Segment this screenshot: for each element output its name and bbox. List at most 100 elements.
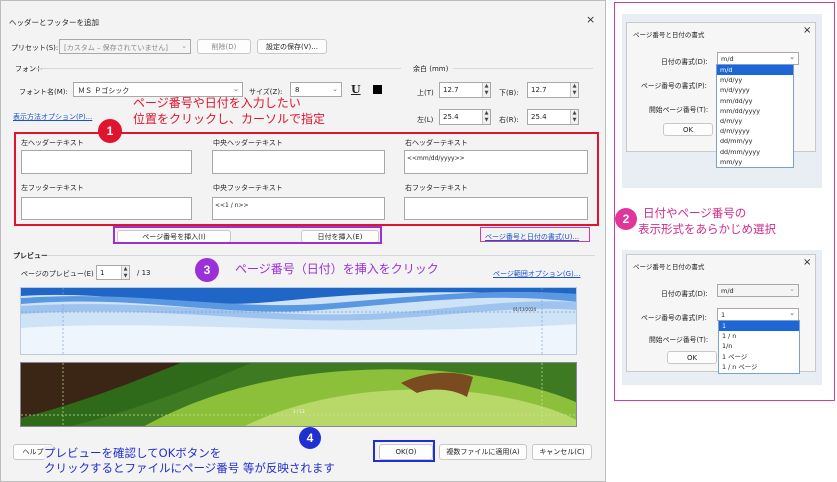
page-preview-label: ページのプレビュー(E) [21,270,94,278]
page-total: / 13 [137,269,151,277]
top-margin-value: 12.7 [443,86,459,94]
close-icon[interactable]: × [803,257,811,268]
spinner-arrows[interactable]: ▲ ▼ [482,83,490,97]
chevron-down-icon: ⌄ [332,85,338,93]
preset-value: [カスタム – 保存されていません] [64,44,168,52]
chevron-down-icon: ⌄ [233,85,239,93]
dropdown-option[interactable]: 1 ページ [719,352,799,362]
spinner-arrows[interactable]: ▲ ▼ [570,83,578,97]
date-format-value: m/d [721,55,734,63]
step2-caption-line2: 表示形式をあらかじめ選択 [638,222,776,236]
page-format-label: ページ番号の書式(P): [641,314,707,322]
preview-footer-area: 1 / 13 [20,362,577,427]
dropdown-option[interactable]: 1/n [719,341,799,351]
bottom-margin-input[interactable]: 12.7 ▲ ▼ [527,82,579,98]
left-margin-label: 左(L) [417,116,434,124]
step2-caption-line1: 日付やページ番号の [643,206,747,220]
spinner-arrows[interactable]: ▲ ▼ [570,110,578,124]
size-select[interactable]: 8 ⌄ [290,82,342,97]
dropdown-option[interactable]: m/d/yy [717,75,793,85]
annotation-frame-format-link [480,227,590,242]
preset-select[interactable]: [カスタム – 保存されていません] ⌄ [59,39,191,54]
dropdown-option[interactable]: d/m/yy [717,116,793,126]
right-margin-label: 右(R): [499,116,519,124]
underline-button[interactable]: U [351,83,361,96]
preview-header-area: 01/13/2024 [20,287,577,355]
font-section-title: フォント [15,65,43,73]
chevron-down-icon: ⌄ [789,309,795,317]
format-dialog-title: ページ番号と日付の書式 [633,263,705,271]
step1-caption-line1: ページ番号や日付を入力したい [133,96,301,110]
dropdown-option[interactable]: 1 / n [719,331,799,341]
dropdown-option[interactable]: mm/yy [717,157,793,167]
dropdown-option[interactable]: m/d/yyyy [717,85,793,95]
page-format-label: ページ番号の書式(P): [641,82,707,90]
preview-section-title: プレビュー [13,252,48,260]
dialog-title: ヘッダーとフッターを追加 [9,18,99,27]
cancel-button[interactable]: キャンセル(C) [532,444,592,460]
page-format-value: 1 [721,311,726,319]
dropdown-option[interactable]: 1 / n ページ [719,362,799,372]
dropdown-option[interactable]: m/d [717,65,793,76]
spinner-arrows[interactable]: ▲ ▼ [121,266,129,279]
format-dialog-bottom-frame: ページ番号と日付の書式 × 日付の書式(D): m/d ⌄ ページ番号の書式(P… [622,250,822,385]
preview-divider [47,255,595,256]
font-name-label: フォント名(M): [19,88,68,96]
dropdown-option[interactable]: d/m/yyyy [717,126,793,136]
font-divider [35,68,401,69]
format-dialog-top-frame: ページ番号と日付の書式 × 日付の書式(D): m/d ⌄ ページ番号の書式(P… [622,14,822,188]
preview-header-text: 01/13/2024 [513,307,537,312]
format-ok-button[interactable]: OK [663,123,713,136]
step4-caption-line2: クリックするとファイルにページ番号 等が反映されます [44,461,335,475]
dropdown-option[interactable]: dd/mm/yyyy [717,147,793,157]
chevron-down-icon: ⌄ [789,285,795,293]
sky-image [21,288,576,354]
spinner-arrows[interactable]: ▲ ▼ [482,110,490,124]
date-format-select[interactable]: m/d ⌄ [717,284,799,297]
close-icon[interactable]: × [803,25,811,36]
annotation-frame-insert [113,226,382,244]
left-margin-input[interactable]: 25.4 ▲ ▼ [439,109,491,125]
annotation-frame-ok [373,440,435,462]
step1-caption-line2: 位置をクリックし、カーソルで指定 [133,112,326,126]
page-format-dropdown[interactable]: 1 1 / n 1/n 1 ページ 1 / n ページ [718,320,800,374]
step-badge-4: 4 [299,427,321,449]
format-ok-button[interactable]: OK [667,351,717,364]
chevron-down-icon: ⌄ [181,42,187,50]
step-badge-3: 3 [195,258,219,282]
dropdown-option[interactable]: mm/dd/yyyy [717,106,793,116]
dropdown-option[interactable]: dd/mm/yy [717,136,793,146]
start-page-label: 開始ページ番号(T): [649,336,709,344]
start-page-label: 開始ページ番号(T): [649,106,709,114]
chevron-down-icon: ⌄ [789,53,795,61]
date-format-dropdown[interactable]: m/d m/d/yy m/d/yyyy mm/dd/yy mm/dd/yyyy … [716,64,794,168]
page-range-options-link[interactable]: ページ範囲オプション(G)... [493,269,580,279]
bottom-margin-value: 12.7 [531,86,547,94]
preset-label: プリセット(S): [11,44,59,52]
date-format-value: m/d [721,287,734,295]
margin-divider [453,68,593,69]
dropdown-option[interactable]: 1 [719,321,799,332]
date-format-label: 日付の書式(D): [661,58,708,66]
top-margin-label: 上(T) [417,89,434,97]
save-settings-button[interactable]: 設定の保存(V)... [257,39,327,54]
text-color-swatch[interactable] [373,85,382,94]
step-badge-1: 1 [98,119,122,143]
apply-multiple-files-button[interactable]: 複数ファイルに適用(A) [439,444,527,460]
right-margin-value: 25.4 [531,113,547,121]
top-margin-input[interactable]: 12.7 ▲ ▼ [439,82,491,98]
dropdown-option[interactable]: mm/dd/yy [717,96,793,106]
font-name-select[interactable]: ＭＳ Ｐゴシック ⌄ [73,82,243,97]
format-dialog-title: ページ番号と日付の書式 [633,31,705,39]
step3-caption: ページ番号（日付）を挿入をクリック [235,262,439,276]
delete-preset-button[interactable]: 削除(D) [197,39,251,54]
right-margin-input[interactable]: 25.4 ▲ ▼ [527,109,579,125]
close-icon[interactable]: × [586,13,595,26]
page-preview-input[interactable]: 1 ▲ ▼ [96,265,130,280]
display-options-link[interactable]: 表示方法オプション(P)... [13,112,92,122]
hills-image [21,363,576,426]
size-value: 8 [295,86,300,94]
page-preview-value: 1 [100,269,105,277]
font-name-value: ＭＳ Ｐゴシック [78,87,130,95]
left-margin-value: 25.4 [443,113,459,121]
